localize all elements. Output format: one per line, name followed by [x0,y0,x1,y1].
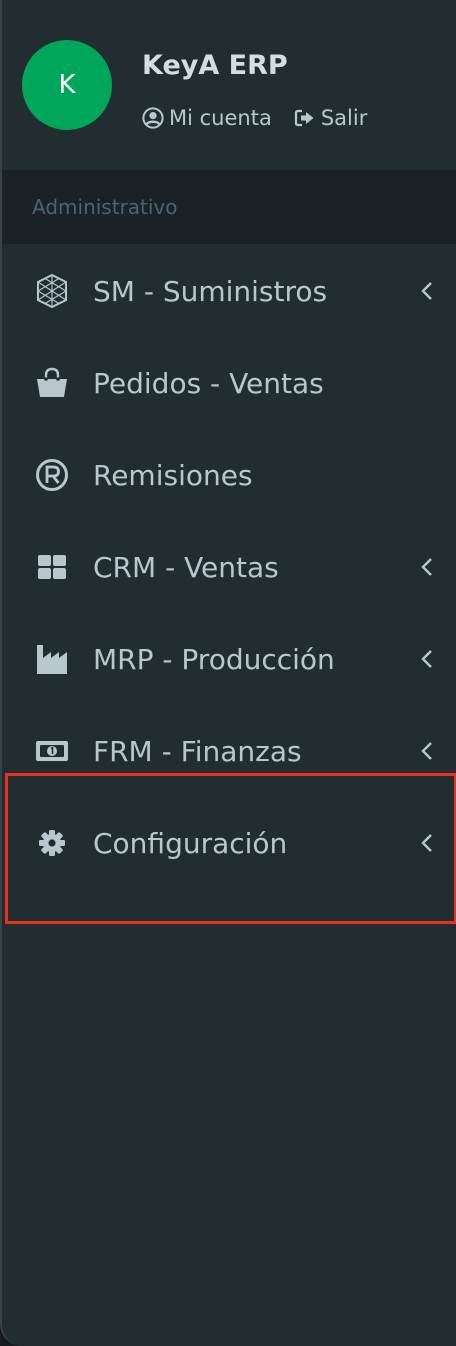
shopping-bag-icon [34,365,70,401]
cube-icon [34,273,70,309]
sidebar-item-configuracion[interactable]: Configuración [2,797,456,889]
sidebar-item-label: CRM - Ventas [93,550,279,584]
gear-icon [34,825,70,861]
sidebar-menu: SM - Suministros Pedidos - Ventas Remisi… [2,245,456,889]
logout-label: Salir [320,106,368,130]
sidebar-item-remisiones[interactable]: Remisiones [2,429,456,521]
logout-link[interactable]: Salir [294,106,368,130]
user-panel: K KeyA ERP Mi cuenta Salir [2,0,456,170]
chevron-left-icon [418,647,436,671]
sidebar-item-label: SM - Suministros [93,274,328,308]
sidebar-item-label: FRM - Finanzas [93,734,302,768]
money-bill-icon [34,733,70,769]
sidebar-item-label: MRP - Producción [93,642,335,676]
chevron-left-icon [418,739,436,763]
menu-section-header: Administrativo [2,170,456,244]
avatar[interactable]: K [22,40,112,130]
industry-icon [34,641,70,677]
avatar-initial: K [58,70,76,100]
user-circle-icon [142,107,164,129]
chevron-left-icon [418,831,436,855]
sidebar-item-crm[interactable]: CRM - Ventas [2,521,456,613]
sidebar-item-frm[interactable]: FRM - Finanzas [2,705,456,797]
sidebar-item-suministros[interactable]: SM - Suministros [2,245,456,337]
sidebar-item-label: Pedidos - Ventas [93,366,324,400]
sidebar-item-mrp[interactable]: MRP - Producción [2,613,456,705]
app-name: KeyA ERP [142,50,288,81]
sign-out-icon [294,109,314,127]
sidebar-item-label: Configuración [93,826,288,860]
my-account-label: Mi cuenta [169,106,272,130]
registered-icon [34,457,70,493]
sidebar-item-label: Remisiones [93,458,253,492]
user-links: Mi cuenta Salir [142,106,367,130]
chevron-left-icon [418,555,436,579]
sidebar-item-pedidos[interactable]: Pedidos - Ventas [2,337,456,429]
grid-icon [34,549,70,585]
chevron-left-icon [418,279,436,303]
sidebar: K KeyA ERP Mi cuenta Salir Administrativ [0,0,456,1346]
my-account-link[interactable]: Mi cuenta [142,106,272,130]
